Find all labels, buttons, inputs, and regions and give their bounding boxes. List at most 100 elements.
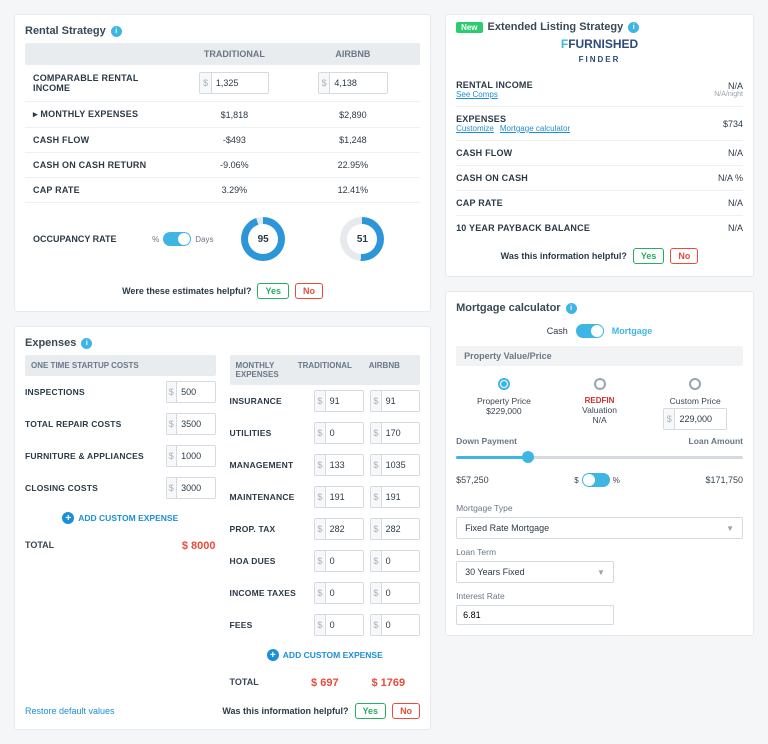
ext-income-row: RENTAL INCOME See Comps N/A N/A/night <box>456 73 743 107</box>
repair-input[interactable]: $ <box>166 413 216 435</box>
new-badge: New <box>456 22 482 33</box>
income-label: COMPARABLE RENTAL INCOME <box>33 73 175 93</box>
cashflow-label: CASH FLOW <box>33 135 175 145</box>
repair-label: TOTAL REPAIR COSTS <box>25 419 160 429</box>
cash-label[interactable]: Cash <box>547 326 568 336</box>
maint-airbnb-input[interactable]: $ <box>370 486 420 508</box>
expenses-label: ▸ MONTHLY EXPENSES <box>33 109 175 120</box>
fees-airbnb-input[interactable]: $ <box>370 614 420 636</box>
plus-icon: + <box>267 649 279 661</box>
no-button[interactable]: No <box>392 703 420 719</box>
down-payment-slider[interactable] <box>456 456 743 459</box>
monthly-total-label: TOTAL <box>230 677 294 689</box>
inctax-airbnb-input[interactable]: $ <box>370 582 420 604</box>
loan-term-select[interactable]: 30 Years Fixed▼ <box>456 561 614 583</box>
utilities-trad-input[interactable]: $ <box>314 422 364 444</box>
cash-mortgage-toggle: Cash Mortgage <box>456 320 743 346</box>
hoa-airbnb-input[interactable]: $ <box>370 550 420 572</box>
extended-listing-card: New Extended Listing Strategy i FFURNISH… <box>445 14 754 277</box>
restore-link[interactable]: Restore default values <box>25 706 115 716</box>
yes-button[interactable]: Yes <box>633 248 665 264</box>
insurance-airbnb-input[interactable]: $ <box>370 390 420 412</box>
furniture-label: FURNITURE & APPLIANCES <box>25 451 160 461</box>
occupancy-toggle[interactable] <box>163 232 191 246</box>
see-comps-link[interactable]: See Comps <box>456 90 498 99</box>
redfin-radio[interactable] <box>594 378 606 390</box>
inspections-input[interactable]: $ <box>166 381 216 403</box>
mgmt-trad-input[interactable]: $ <box>314 454 364 476</box>
custom-price-radio[interactable] <box>689 378 701 390</box>
proptax-airbnb-input[interactable]: $ <box>370 518 420 540</box>
info-icon[interactable]: i <box>628 22 639 33</box>
furnished-finder-logo: FFURNISHEDFINDER <box>456 37 743 65</box>
coc-trad: -9.06% <box>175 160 293 170</box>
cap-trad: 3.29% <box>175 185 293 195</box>
info-icon[interactable]: i <box>566 303 577 314</box>
utilities-airbnb-input[interactable]: $ <box>370 422 420 444</box>
mortgage-toggle[interactable] <box>576 324 604 338</box>
expenses-title: Expenses i <box>25 337 420 349</box>
info-icon[interactable]: i <box>111 26 122 37</box>
trad-header: TRADITIONAL <box>295 361 355 379</box>
yes-button[interactable]: Yes <box>257 283 289 299</box>
occupancy-trad-donut <box>241 217 285 261</box>
down-label: Down Payment <box>456 436 517 446</box>
custom-price-input[interactable]: $ <box>663 408 727 430</box>
customize-link[interactable]: Customize <box>456 124 494 133</box>
monthly-col: MONTHLY EXPENSESTRADITIONALAIRBNB INSURA… <box>230 355 421 697</box>
rental-strategy-card: Rental Strategy i TRADITIONAL AIRBNB COM… <box>14 14 431 312</box>
no-button[interactable]: No <box>670 248 698 264</box>
mortgage-type-select[interactable]: Fixed Rate Mortgage▼ <box>456 517 743 539</box>
occupancy-airbnb-donut <box>340 217 384 261</box>
closing-input[interactable]: $ <box>166 477 216 499</box>
startup-total-val: $ 8000 <box>120 540 215 552</box>
col-traditional: TRADITIONAL <box>175 49 293 59</box>
income-row: COMPARABLE RENTAL INCOME $ $ <box>25 65 420 102</box>
startup-header: ONE TIME STARTUP COSTS <box>31 361 210 370</box>
inctax-trad-input[interactable]: $ <box>314 582 364 604</box>
no-button[interactable]: No <box>295 283 323 299</box>
rental-title-text: Rental Strategy <box>25 25 106 37</box>
property-price-val: $229,000 <box>456 406 552 416</box>
rental-header: TRADITIONAL AIRBNB <box>25 43 420 65</box>
cap-row: CAP RATE 3.29% 12.41% <box>25 178 420 203</box>
maint-trad-input[interactable]: $ <box>314 486 364 508</box>
furniture-input[interactable]: $ <box>166 445 216 467</box>
cashflow-trad: -$493 <box>175 135 293 145</box>
loan-label: Loan Amount <box>689 436 743 446</box>
yes-button[interactable]: Yes <box>355 703 387 719</box>
cashflow-airbnb: $1,248 <box>294 135 412 145</box>
monthly-total-trad: $ 697 <box>293 677 357 689</box>
rental-helpful: Were these estimates helpful? Yes No <box>25 275 420 301</box>
coc-airbnb: 22.95% <box>294 160 412 170</box>
loan-val: $171,750 <box>705 475 743 485</box>
mgmt-airbnb-input[interactable]: $ <box>370 454 420 476</box>
plus-icon: + <box>62 512 74 524</box>
mortgage-label[interactable]: Mortgage <box>612 326 653 336</box>
property-price-radio[interactable] <box>498 378 510 390</box>
mortgage-calc-link[interactable]: Mortgage calculator <box>500 124 570 133</box>
cap-label: CAP RATE <box>33 185 175 195</box>
interest-rate-input[interactable] <box>456 605 614 625</box>
income-airbnb-input[interactable]: $ <box>318 72 388 94</box>
dollar-pct-toggle[interactable] <box>582 473 610 487</box>
add-startup-expense[interactable]: +ADD CUSTOM EXPENSE <box>25 504 216 532</box>
down-val: $57,250 <box>456 475 489 485</box>
mortgage-card: Mortgage calculator i Cash Mortgage Prop… <box>445 291 754 636</box>
airbnb-header: AIRBNB <box>355 361 415 379</box>
income-trad-input[interactable]: $ <box>199 72 269 94</box>
monthly-total-airbnb: $ 1769 <box>357 677 421 689</box>
chevron-down-icon: ▼ <box>726 524 734 533</box>
info-icon[interactable]: i <box>81 338 92 349</box>
startup-col: ONE TIME STARTUP COSTS INSPECTIONS$ TOTA… <box>25 355 216 697</box>
proptax-trad-input[interactable]: $ <box>314 518 364 540</box>
expenses-row[interactable]: ▸ MONTHLY EXPENSES $1,818 $2,890 <box>25 102 420 128</box>
insurance-trad-input[interactable]: $ <box>314 390 364 412</box>
coc-row: CASH ON CASH RETURN -9.06% 22.95% <box>25 153 420 178</box>
redfin-brand: REDFIN <box>552 396 648 405</box>
startup-total-label: TOTAL <box>25 540 120 552</box>
add-monthly-expense[interactable]: +ADD CUSTOM EXPENSE <box>230 641 421 669</box>
fees-trad-input[interactable]: $ <box>314 614 364 636</box>
hoa-trad-input[interactable]: $ <box>314 550 364 572</box>
mortgage-title: Mortgage calculator i <box>456 302 743 314</box>
